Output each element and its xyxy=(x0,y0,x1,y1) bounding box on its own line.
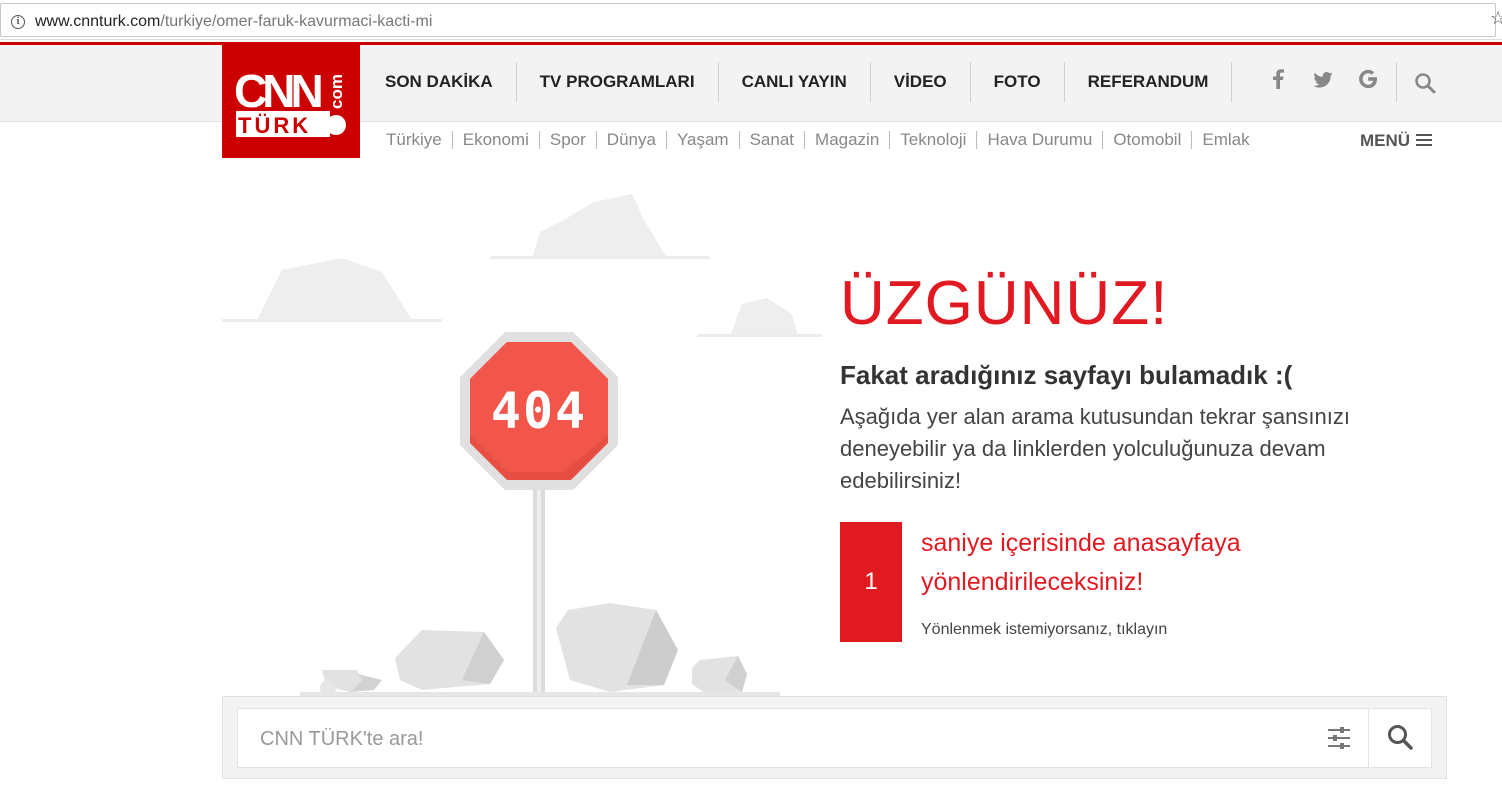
info-icon[interactable]: i xyxy=(11,15,25,29)
url-path: /turkiye/omer-faruk-kavurmaci-kacti-mi xyxy=(160,13,433,30)
hamburger-icon xyxy=(1416,133,1433,146)
logo-turk-text: TÜRK xyxy=(238,113,311,138)
category-magazin[interactable]: Magazin xyxy=(805,131,891,149)
category-turkiye[interactable]: Türkiye xyxy=(376,131,453,149)
category-ekonomi[interactable]: Ekonomi xyxy=(453,131,540,149)
nav-canli-yayin[interactable]: CANLI YAYIN xyxy=(719,62,871,102)
redirect-message: saniye içerisinde anasayfaya yönlendiril… xyxy=(921,529,1241,596)
category-nav: Türkiye Ekonomi Spor Dünya Yaşam Sanat M… xyxy=(376,128,1260,152)
error-title: ÜZGÜNÜZ! xyxy=(840,269,1169,338)
main-nav: SON DAKİKA TV PROGRAMLARI CANLI YAYIN Vİ… xyxy=(362,62,1233,102)
search-box xyxy=(237,708,1432,769)
error-illustration: 404 xyxy=(222,180,822,700)
cnnturk-logo[interactable]: CNN TÜRK com xyxy=(222,45,360,158)
nav-son-dakika[interactable]: SON DAKİKA xyxy=(362,62,517,102)
google-icon[interactable] xyxy=(1345,69,1390,95)
facebook-icon[interactable] xyxy=(1255,69,1300,95)
bookmark-star-icon[interactable]: ☆ xyxy=(1490,8,1502,29)
cancel-redirect-link[interactable]: Yönlenmek istemiyorsanız, tıklayın xyxy=(921,621,1167,639)
filter-sliders-icon[interactable] xyxy=(1326,725,1352,756)
search-icon[interactable] xyxy=(1386,723,1414,756)
category-emlak[interactable]: Emlak xyxy=(1192,131,1259,149)
category-sanat[interactable]: Sanat xyxy=(740,131,806,149)
logo-cnn-text: CNN xyxy=(234,65,321,117)
cloud-icon-3 xyxy=(697,298,822,337)
menu-button[interactable]: MENÜ xyxy=(1360,131,1433,151)
search-panel xyxy=(222,696,1447,779)
nav-video[interactable]: VİDEO xyxy=(871,62,971,102)
nav-referandum[interactable]: REFERANDUM xyxy=(1065,62,1233,102)
error-subtitle: Fakat aradığınız sayfayı bulamadık :( xyxy=(840,360,1293,390)
url-host: www.cnnturk.com xyxy=(35,13,161,30)
url-text[interactable]: www.cnnturk.com/turkiye/omer-faruk-kavur… xyxy=(35,13,432,31)
header-search-icon[interactable] xyxy=(1414,72,1436,99)
stop-sign-404: 404 xyxy=(460,332,618,490)
category-spor[interactable]: Spor xyxy=(540,131,597,149)
social-links xyxy=(1255,62,1390,102)
nav-tv-programlari[interactable]: TV PROGRAMLARI xyxy=(517,62,719,102)
twitter-icon[interactable] xyxy=(1300,71,1345,94)
category-otomobil[interactable]: Otomobil xyxy=(1103,131,1193,149)
cloud-icon xyxy=(222,258,442,322)
countdown-badge: 1 xyxy=(840,522,902,642)
url-box[interactable]: i www.cnnturk.com/turkiye/omer-faruk-kav… xyxy=(0,3,1496,37)
category-teknoloji[interactable]: Teknoloji xyxy=(890,131,978,149)
search-input[interactable] xyxy=(258,709,1302,769)
menu-label: MENÜ xyxy=(1360,131,1411,150)
category-hava-durumu[interactable]: Hava Durumu xyxy=(977,131,1104,149)
category-yasam[interactable]: Yaşam xyxy=(667,131,740,149)
search-separator xyxy=(1368,709,1369,767)
error-description: Aşağıda yer alan arama kutusundan tekrar… xyxy=(840,404,1350,493)
browser-address-bar: i www.cnnturk.com/turkiye/omer-faruk-kav… xyxy=(0,0,1502,40)
category-dunya[interactable]: Dünya xyxy=(597,131,667,149)
sign-404-text: 404 xyxy=(491,382,587,440)
nav-separator xyxy=(1396,62,1397,102)
nav-foto[interactable]: FOTO xyxy=(971,62,1065,102)
cloud-icon-2 xyxy=(490,194,710,259)
logo-com-text: com xyxy=(327,74,346,109)
